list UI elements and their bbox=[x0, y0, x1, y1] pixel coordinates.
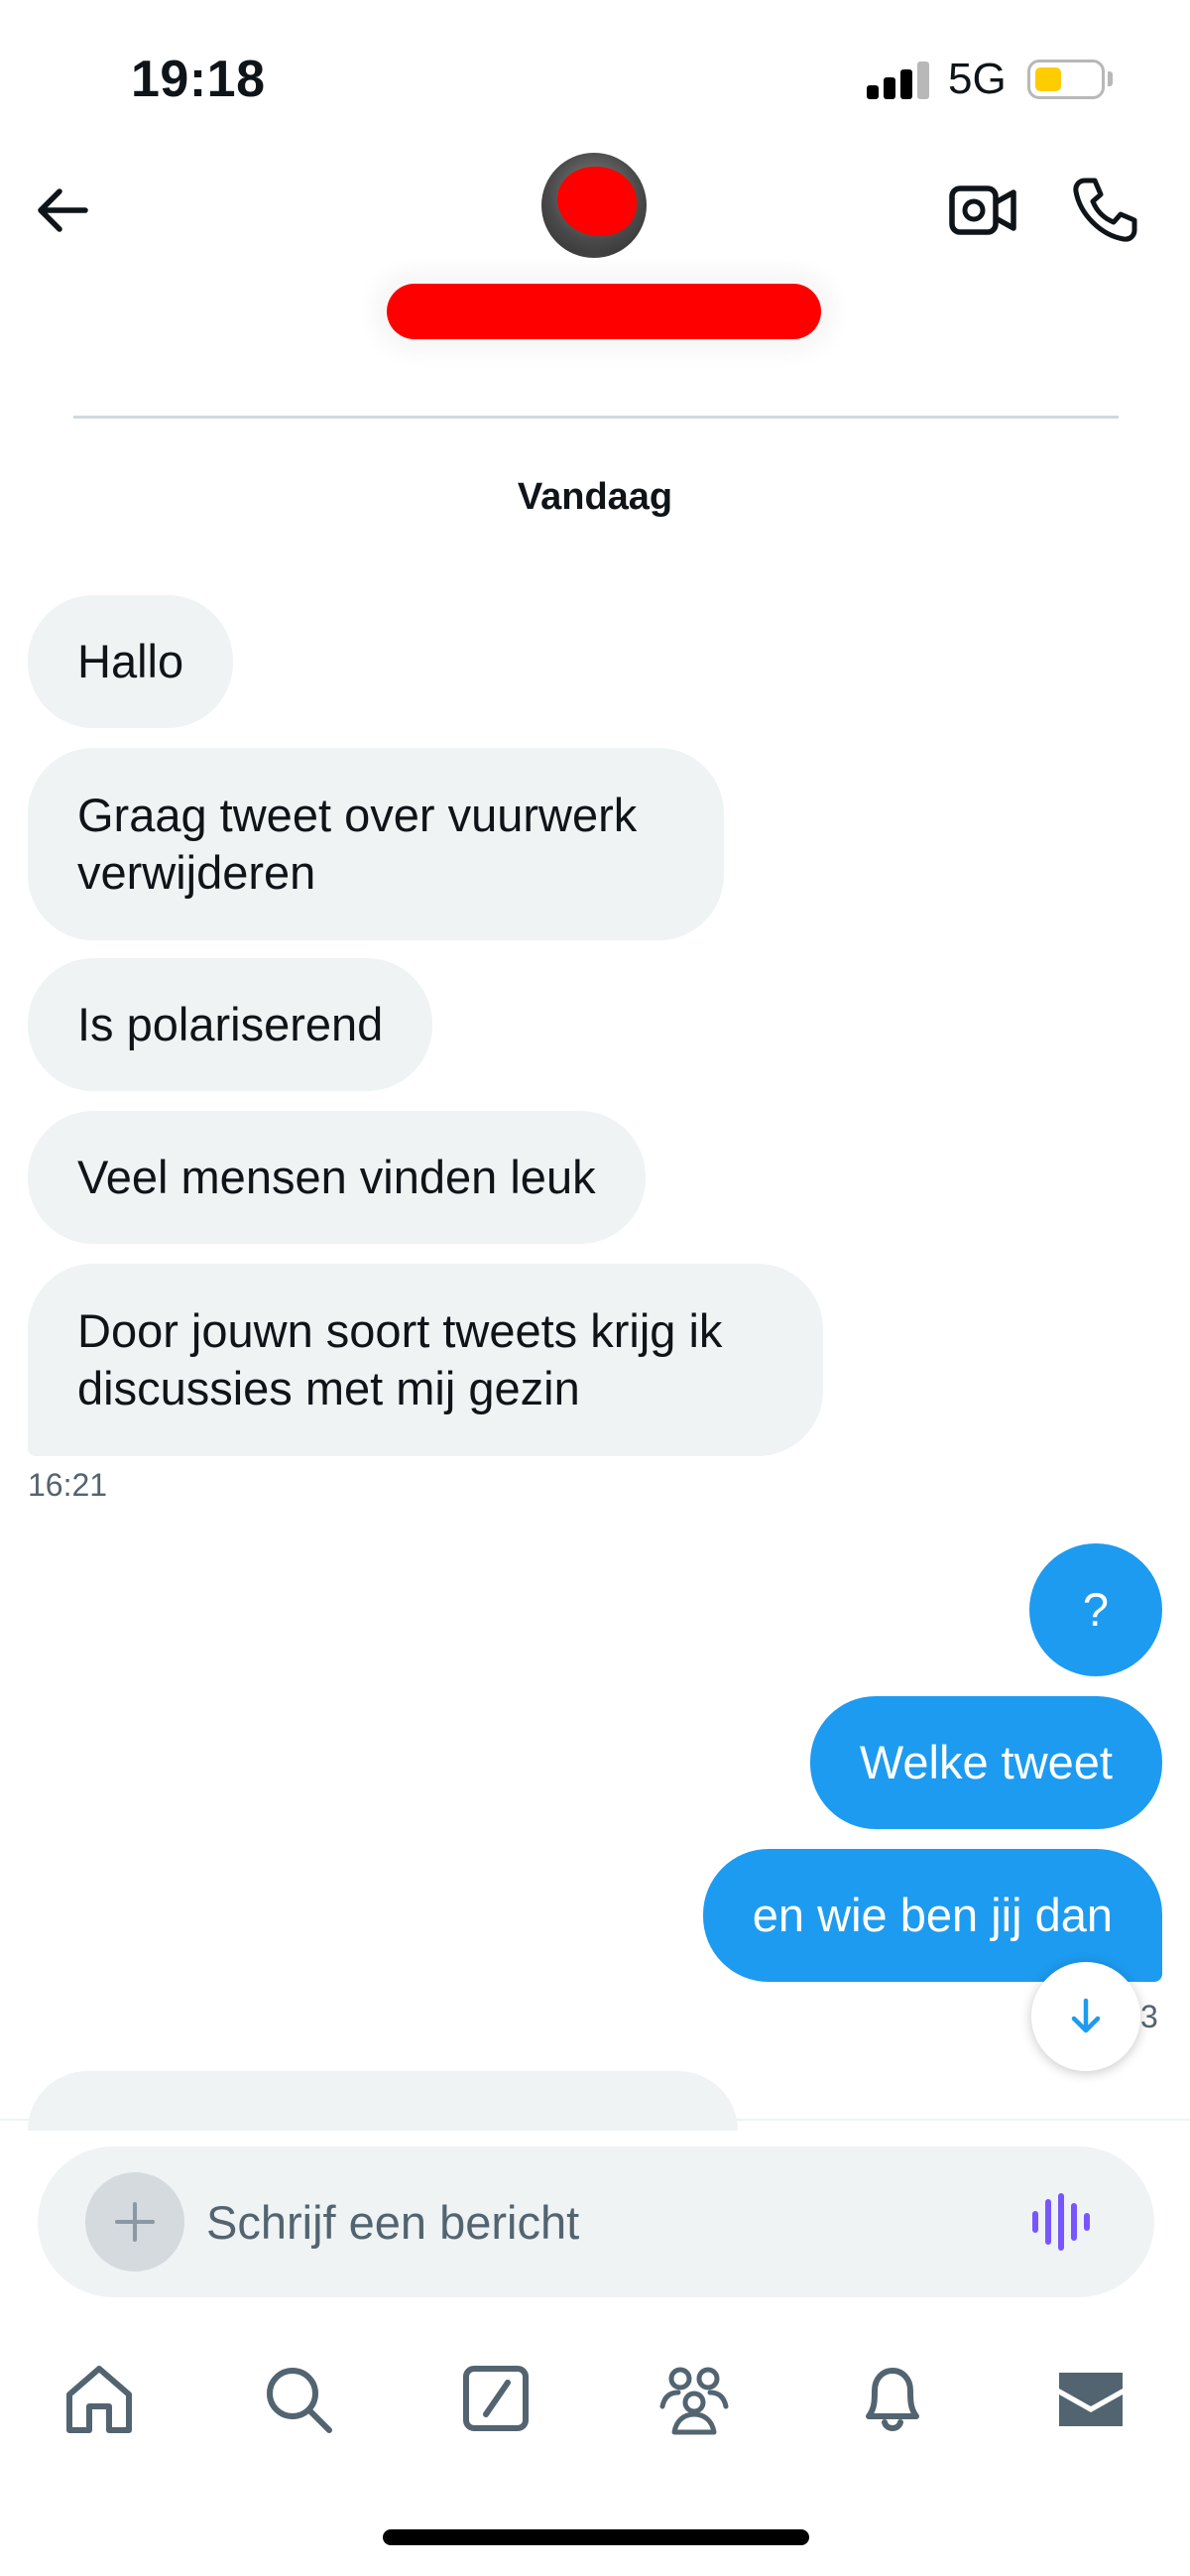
message-text: Is polariserend bbox=[77, 998, 384, 1050]
nav-compose[interactable] bbox=[458, 2361, 534, 2436]
scroll-to-bottom-button[interactable] bbox=[1031, 1962, 1140, 2071]
incoming-message-partial bbox=[28, 2071, 738, 2131]
incoming-message[interactable]: Graag tweet over vuurwerk verwijderen bbox=[28, 748, 724, 940]
message-text: Hallo bbox=[77, 635, 184, 687]
message-text: ? bbox=[1082, 1583, 1110, 1636]
dm-conversation-screen: 19:18 5G Vandaag Hallo Graag tweet over … bbox=[0, 0, 1190, 2576]
video-camera-icon bbox=[949, 185, 1016, 235]
communities-icon bbox=[659, 2367, 729, 2435]
voice-wave-icon bbox=[1032, 2193, 1090, 2251]
message-text-line: verwijderen bbox=[77, 846, 316, 899]
nav-messages[interactable] bbox=[1053, 2361, 1129, 2436]
incoming-message[interactable]: Door jouwn soort tweets krijg ik discuss… bbox=[28, 1264, 823, 1456]
network-label: 5G bbox=[948, 55, 1007, 103]
nav-home[interactable] bbox=[61, 2361, 137, 2436]
compose-icon bbox=[463, 2366, 529, 2431]
status-time: 19:18 bbox=[131, 51, 266, 108]
add-media-button[interactable] bbox=[85, 2172, 184, 2271]
search-icon bbox=[267, 2368, 332, 2433]
arrow-left-icon bbox=[38, 188, 88, 232]
back-button[interactable] bbox=[32, 179, 95, 242]
message-text: en wie ben jij dan bbox=[752, 1889, 1113, 1941]
arrow-down-icon bbox=[1071, 1998, 1101, 2033]
battery-tip bbox=[1108, 71, 1113, 86]
voice-message-button[interactable] bbox=[1029, 2192, 1093, 2252]
outgoing-message[interactable]: ? bbox=[1029, 1543, 1162, 1676]
nav-communities[interactable] bbox=[656, 2361, 732, 2436]
signal-strength-icon bbox=[867, 61, 930, 99]
bell-icon bbox=[866, 2368, 919, 2431]
contact-avatar[interactable] bbox=[541, 153, 647, 258]
message-composer bbox=[38, 2147, 1154, 2297]
avatar-redaction bbox=[557, 167, 637, 236]
outgoing-message[interactable]: Welke tweet bbox=[809, 1696, 1162, 1829]
header-divider bbox=[73, 416, 1119, 419]
mail-icon bbox=[1059, 2373, 1123, 2426]
date-separator: Vandaag bbox=[517, 476, 673, 518]
outgoing-timestamp: 3 bbox=[1140, 1999, 1158, 2034]
contact-name-redaction bbox=[387, 284, 821, 339]
voice-call-button[interactable] bbox=[1071, 175, 1140, 244]
video-call-button[interactable] bbox=[948, 179, 1017, 242]
battery-icon bbox=[1027, 60, 1105, 99]
home-icon bbox=[66, 2366, 132, 2433]
plus-icon bbox=[115, 2202, 155, 2242]
phone-icon bbox=[1073, 178, 1137, 242]
message-text-line: discussies met mij gezin bbox=[77, 1362, 580, 1414]
message-text: Veel mensen vinden leuk bbox=[77, 1151, 596, 1203]
message-input[interactable] bbox=[206, 2186, 1000, 2258]
nav-search[interactable] bbox=[260, 2361, 335, 2436]
message-text-line: Graag tweet over vuurwerk bbox=[77, 789, 638, 841]
incoming-message[interactable]: Hallo bbox=[28, 595, 234, 728]
incoming-timestamp: 16:21 bbox=[28, 1467, 108, 1503]
composer-divider bbox=[0, 2119, 1190, 2121]
battery-level bbox=[1035, 67, 1061, 91]
message-text: Welke tweet bbox=[859, 1736, 1113, 1788]
incoming-message[interactable]: Is polariserend bbox=[28, 958, 433, 1091]
home-indicator bbox=[383, 2529, 809, 2545]
message-text-line: Door jouwn soort tweets krijg ik bbox=[77, 1304, 723, 1357]
incoming-message[interactable]: Veel mensen vinden leuk bbox=[28, 1111, 646, 1244]
nav-notifications[interactable] bbox=[855, 2361, 930, 2436]
